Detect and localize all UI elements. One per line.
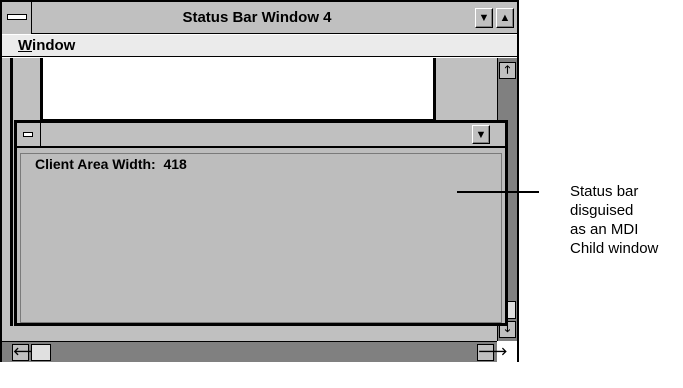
arrow-up-icon: 🡑 bbox=[504, 64, 511, 76]
system-menu-icon bbox=[7, 14, 27, 20]
callout-text-line-3: as an MDI bbox=[570, 221, 639, 238]
horizontal-scrollbar[interactable]: 🡐 🡒 bbox=[2, 341, 508, 362]
menu-item-window-mnemonic: W bbox=[18, 37, 33, 54]
callout-text-line-2: disguised bbox=[570, 202, 634, 219]
system-menu-button[interactable] bbox=[2, 2, 32, 34]
child-system-menu-button[interactable] bbox=[17, 123, 41, 146]
arrow-left-icon: 🡐 bbox=[13, 346, 43, 358]
background-child-window[interactable] bbox=[40, 58, 436, 122]
menu-item-window-label: indow bbox=[32, 37, 76, 54]
triangle-up-icon: ▲ bbox=[499, 12, 511, 24]
triangle-down-icon: ▼ bbox=[478, 12, 490, 24]
scroll-left-button[interactable]: 🡐 bbox=[12, 344, 43, 361]
child-title-bar[interactable]: ▼ bbox=[17, 123, 505, 148]
callout-pointer-line bbox=[457, 191, 539, 193]
minimize-button[interactable]: ▼ bbox=[475, 8, 493, 28]
background-window-edge bbox=[10, 58, 13, 326]
arrow-right-icon: 🡒 bbox=[478, 346, 508, 358]
triangle-down-icon: ▼ bbox=[475, 129, 487, 141]
window-title: Status Bar Window 4 bbox=[182, 9, 332, 26]
menu-bar: Window bbox=[2, 35, 517, 57]
status-bar-client-area: Client Area Width: 418 bbox=[20, 153, 502, 323]
callout-text-line-1: Status bar bbox=[570, 183, 639, 200]
title-bar[interactable]: Status Bar Window 4 ▼ ▲ bbox=[2, 2, 517, 34]
menu-item-window[interactable]: Window bbox=[18, 37, 75, 54]
status-bar-child-window[interactable]: ▼ Client Area Width: 418 bbox=[14, 120, 508, 326]
client-width-text: Client Area Width: 418 bbox=[35, 156, 187, 172]
child-minimize-button[interactable]: ▼ bbox=[472, 125, 490, 144]
scroll-thumb-horizontal[interactable] bbox=[31, 344, 51, 361]
callout-text-line-4: Child window bbox=[570, 240, 659, 257]
scroll-right-button[interactable]: 🡒 bbox=[477, 344, 508, 361]
system-menu-icon bbox=[23, 132, 33, 137]
maximize-button[interactable]: ▲ bbox=[496, 8, 514, 28]
scroll-up-button[interactable]: 🡑 bbox=[499, 62, 516, 79]
